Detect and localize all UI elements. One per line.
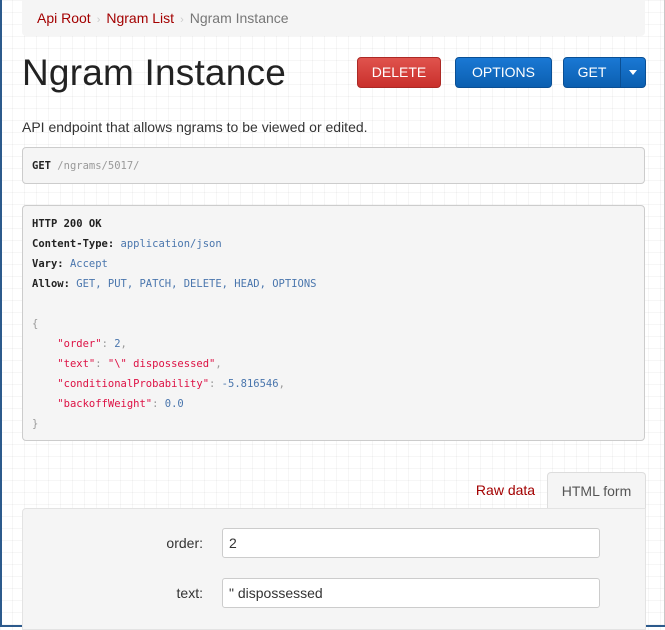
request-method: GET [32,160,51,172]
breadcrumb-separator: › [180,14,184,26]
json-key: "conditionalProbability" [57,378,210,390]
json-key: "text" [57,358,96,370]
breadcrumb-separator: › [96,14,101,26]
get-format-dropdown-button[interactable] [620,57,646,88]
header-value: GET, PUT, PATCH, DELETE, HEAD, OPTIONS [76,278,317,290]
get-button[interactable]: GET [563,57,621,88]
response-header: Content-Type: application/json [32,237,635,257]
breadcrumb: Api Root › Ngram List › Ngram Instance [22,0,645,36]
request-info: GET /ngrams/5017/ [22,147,645,184]
html-form-panel: order: text: [22,508,646,630]
header-name: Vary: [32,258,64,270]
json-field: "text": "\" dispossessed", [57,358,222,370]
response-header: Vary: Accept [32,257,635,277]
delete-button[interactable]: DELETE [357,57,441,88]
json-value: -5.816546 [221,378,279,390]
json-open-brace: { [32,318,39,330]
header-name: Allow: [32,278,70,290]
json-field: "order": 2, [57,338,127,350]
response-status: HTTP 200 OK [32,218,102,230]
request-path: /ngrams/5017/ [57,160,140,172]
json-close-brace: } [32,418,39,430]
endpoint-description: API endpoint that allows ngrams to be vi… [22,119,368,135]
header-value: application/json [120,238,222,250]
caret-down-icon [629,69,637,75]
order-label: order: [166,535,203,551]
page-title: Ngram Instance [22,52,286,93]
get-button-group: GET [563,57,646,88]
text-input[interactable] [222,578,600,608]
window-left-border [0,0,2,627]
header-name: Content-Type: [32,238,115,250]
tab-html-form[interactable]: HTML form [547,472,646,508]
json-field: "backoffWeight": 0.0 [57,398,184,410]
options-button[interactable]: OPTIONS [455,57,552,88]
json-key: "order" [57,338,102,350]
response-header: Allow: GET, PUT, PATCH, DELETE, HEAD, OP… [32,277,635,297]
json-field: "conditionalProbability": -5.816546, [57,378,285,390]
json-value: "\" dispossessed" [107,358,216,370]
text-label: text: [176,585,203,601]
tab-raw-data[interactable]: Raw data [464,472,547,508]
response-info: HTTP 200 OK Content-Type: application/js… [22,205,645,441]
json-key: "backoffWeight" [57,398,153,410]
header-value: Accept [69,258,108,270]
json-value: 0.0 [164,398,184,410]
breadcrumb-ngram-list[interactable]: Ngram List [106,10,174,26]
breadcrumb-api-root[interactable]: Api Root [37,10,91,26]
order-input[interactable] [222,528,600,558]
breadcrumb-current: Ngram Instance [189,10,289,26]
